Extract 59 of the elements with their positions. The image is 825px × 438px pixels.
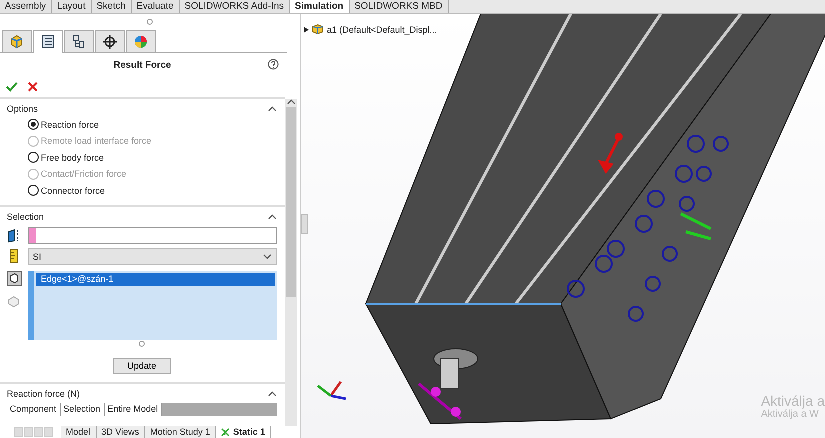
color-ball-icon: [135, 36, 147, 48]
radio-button[interactable]: [28, 185, 39, 196]
section-heading: Reaction force (N): [7, 388, 80, 398]
radio-label: Free body force: [41, 152, 104, 162]
study-tab[interactable]: Model: [61, 426, 97, 438]
radio-label: Remote load interface force: [41, 136, 152, 146]
radio-button[interactable]: [28, 119, 39, 130]
expand-arrow-icon[interactable]: [304, 26, 309, 32]
collapse-icon[interactable]: [268, 106, 277, 112]
selection-list[interactable]: Edge<1>@szán-1: [28, 271, 277, 340]
close-icon[interactable]: [28, 82, 38, 92]
panel-title: Result Force: [114, 60, 172, 70]
panel-tab[interactable]: [95, 30, 125, 52]
list-item[interactable]: Edge<1>@szán-1: [36, 273, 275, 286]
section-heading: Options: [7, 104, 38, 114]
help-icon[interactable]: [268, 59, 279, 70]
splitter-handle[interactable]: [147, 19, 153, 25]
ok-checkmark-icon[interactable]: [6, 82, 18, 92]
command-tab[interactable]: SOLIDWORKS MBD: [350, 0, 449, 13]
axis-triad-icon: [317, 381, 346, 400]
section-heading: Selection: [7, 212, 44, 222]
collapse-icon[interactable]: [268, 214, 277, 220]
force-arrow-icon: [598, 133, 623, 174]
panel-tab[interactable]: [64, 30, 94, 52]
collapse-icon[interactable]: [268, 390, 277, 396]
cube-icon: [11, 34, 23, 48]
command-tab[interactable]: Simulation: [290, 0, 350, 13]
collapse-icon[interactable]: [286, 99, 296, 105]
scrollbar[interactable]: [285, 99, 297, 426]
study-tab[interactable]: Motion Study 1: [145, 426, 216, 438]
command-tab[interactable]: Evaluate: [132, 0, 180, 13]
tree-item-label[interactable]: a1 (Default<Default_Displ...: [327, 24, 438, 34]
column-header[interactable]: Entire Model: [104, 403, 162, 416]
selection-field[interactable]: [28, 227, 277, 244]
update-button[interactable]: Update: [113, 358, 171, 374]
command-tab[interactable]: Layout: [52, 0, 92, 13]
radio-label: Reaction force: [41, 120, 100, 130]
assembly-icon: [312, 24, 324, 35]
dropdown-icon[interactable]: [263, 254, 272, 260]
units-dropdown[interactable]: SI: [28, 248, 277, 265]
panel-tab[interactable]: [33, 30, 63, 53]
radio-label: Contact/Friction force: [41, 169, 127, 179]
command-tab[interactable]: Sketch: [92, 0, 132, 13]
column-header[interactable]: Component: [7, 403, 61, 416]
activation-notice: Aktiválja a W: [761, 409, 820, 420]
activation-notice: Aktiválja a: [761, 393, 825, 409]
tree-config-icon: [74, 35, 84, 48]
column-header[interactable]: Selection: [60, 403, 105, 416]
crosshair-icon: [102, 34, 118, 50]
radio-label: Connector force: [41, 186, 106, 196]
radio-button[interactable]: [28, 152, 39, 163]
command-tab[interactable]: Assembly: [0, 0, 52, 13]
command-tab[interactable]: SOLIDWORKS Add-Ins: [180, 0, 290, 13]
cube-select-icon[interactable]: [7, 271, 22, 286]
list-icon: [42, 36, 54, 48]
study-icon: [221, 428, 230, 436]
part-icon: [7, 294, 21, 308]
resize-handle[interactable]: [139, 341, 145, 347]
study-tab[interactable]: 3D Views: [96, 426, 146, 438]
